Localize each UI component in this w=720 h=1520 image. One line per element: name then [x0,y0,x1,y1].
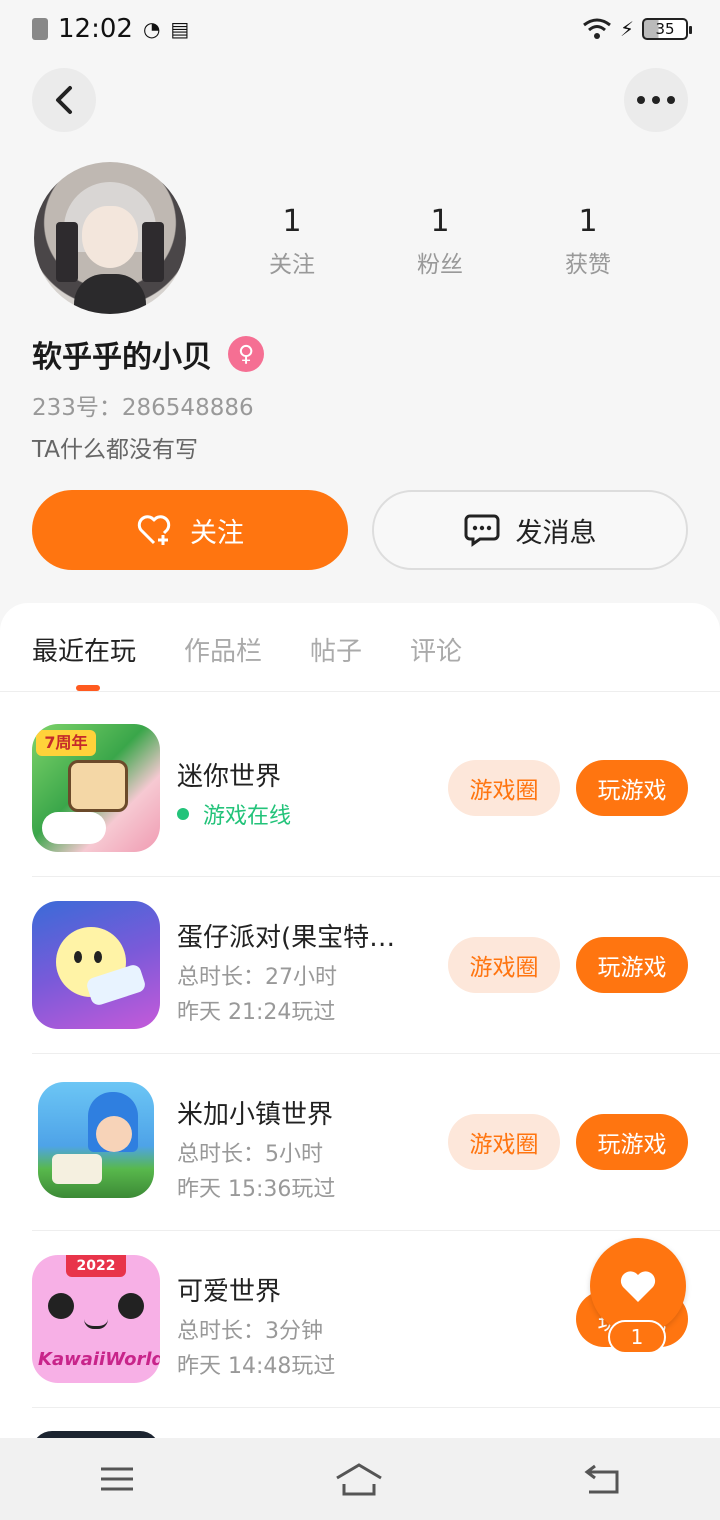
game-row[interactable]: 蛋仔派对(果宝特… 总时长：27小时 昨天 21:24玩过 游戏圈 玩游戏 [32,877,720,1054]
game-name: 可爱世界 [177,1277,282,1307]
message-button[interactable]: 发消息 [372,490,688,570]
tab-recent[interactable]: 最近在玩 [32,631,136,668]
tab-bar: 最近在玩 作品栏 帖子 评论 [32,631,462,668]
avatar[interactable] [34,162,186,314]
stat-followers[interactable]: 1 粉丝 [366,204,514,279]
username-row: 软乎乎的小贝 ♀ [32,332,264,376]
divider [0,691,720,692]
heart-add-icon [137,515,171,545]
online-dot-icon [177,808,189,820]
game-duration: 总时长：5小时 [177,1142,323,1167]
online-label: 游戏在线 [203,804,292,829]
like-count-badge: 1 [608,1320,666,1354]
heart-icon [620,1271,656,1302]
game-icon-eggy-party [32,901,160,1029]
stat-label: 获赞 [565,252,611,278]
female-icon: ♀ [228,336,264,372]
username: 软乎乎的小贝 [32,340,212,375]
system-nav-bar [0,1438,720,1520]
charging-icon: ⚡ [619,17,634,41]
tab-comments[interactable]: 评论 [410,631,462,668]
battery-level: 35 [655,20,675,38]
storage-icon: ▤ [170,17,190,41]
follow-label: 关注 [190,517,244,549]
game-online-status: 游戏在线 [177,798,291,830]
game-circle-button[interactable]: 游戏圈 [448,937,560,993]
game-last-played: 昨天 21:24玩过 [177,1000,336,1025]
game-last-played: 昨天 14:48玩过 [177,1354,336,1379]
tab-posts[interactable]: 帖子 [310,631,362,668]
game-circle-button[interactable]: 游戏圈 [448,1114,560,1170]
game-circle-button[interactable]: 游戏圈 [448,760,560,816]
play-game-button[interactable]: 玩游戏 [576,937,688,993]
status-bar: 12:02 ◔ ▤ ⚡ 35 [0,0,720,58]
more-dots-icon [637,96,675,104]
sim-icon [32,18,48,40]
chevron-left-icon [56,86,72,114]
battery-icon: 35 [642,18,692,40]
play-game-button[interactable]: 玩游戏 [576,760,688,816]
follow-button[interactable]: 关注 [32,490,348,570]
game-duration: 总时长：3分钟 [177,1319,323,1344]
wifi-icon [583,18,611,39]
home-icon[interactable] [334,1462,384,1496]
chat-icon [464,514,499,547]
status-time: 12:02 [58,14,133,44]
play-game-button[interactable]: 玩游戏 [576,1114,688,1170]
game-icon-partial [32,1431,160,1438]
divider [32,1407,720,1408]
user-id: 233号：286548886 [32,395,254,421]
game-last-played: 昨天 15:36玩过 [177,1177,336,1202]
stat-label: 粉丝 [417,252,463,278]
menu-icon[interactable] [99,1465,135,1493]
stat-following[interactable]: 1 关注 [218,204,366,279]
stat-label: 关注 [269,252,315,278]
back-button[interactable] [32,68,96,132]
user-bio: TA什么都没有写 [32,437,198,463]
game-icon-mini-world: 7周年 [32,724,160,852]
message-label: 发消息 [515,517,597,549]
back-nav-icon[interactable] [583,1464,621,1494]
notification-icon: ◔ [142,17,161,41]
game-icon-kawaii-world: 2022 KawaiiWorld [32,1255,160,1383]
game-duration: 总时长：27小时 [177,965,337,990]
game-row[interactable]: 7周年 迷你世界 游戏在线 游戏圈 玩游戏 [32,700,720,877]
game-name: 蛋仔派对(果宝特… [177,923,396,953]
stat-number: 1 [430,204,450,239]
stat-number: 1 [282,204,302,239]
tab-works[interactable]: 作品栏 [184,631,262,668]
profile-stats: 1 关注 1 粉丝 1 获赞 [218,204,662,279]
game-row[interactable]: 米加小镇世界 总时长：5小时 昨天 15:36玩过 游戏圈 玩游戏 [32,1054,720,1231]
game-name: 米加小镇世界 [177,1100,334,1130]
stat-likes[interactable]: 1 获赞 [514,204,662,279]
game-name: 迷你世界 [177,762,282,792]
game-icon-miga-town [38,1082,154,1198]
stat-number: 1 [578,204,598,239]
more-button[interactable] [624,68,688,132]
